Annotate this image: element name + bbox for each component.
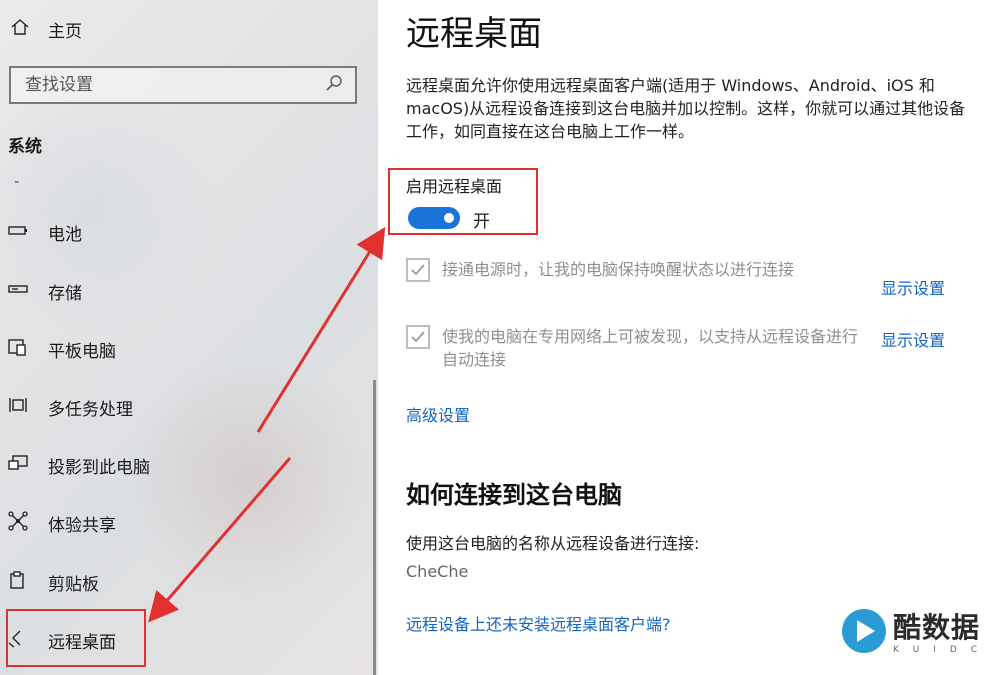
shared-experiences-icon xyxy=(8,510,28,536)
enable-remote-desktop-toggle[interactable] xyxy=(408,207,460,229)
client-not-installed-link[interactable]: 远程设备上还未安装远程桌面客户端? xyxy=(406,611,671,635)
multitasking-icon xyxy=(8,395,28,420)
sidebar-item-clipboard[interactable]: 剪贴板 xyxy=(8,567,99,597)
storage-icon xyxy=(8,279,28,304)
background-blur xyxy=(120,360,378,600)
page-title: 远程桌面 xyxy=(406,14,542,54)
keep-awake-option: 接通电源时，让我的电脑保持唤醒状态以进行连接 xyxy=(406,258,872,282)
search-input[interactable] xyxy=(25,75,305,95)
toggle-knob xyxy=(444,213,454,223)
sidebar-item-label: 存储 xyxy=(48,283,82,304)
show-network-settings-link[interactable]: 显示设置 xyxy=(881,327,945,351)
sidebar-item-label: 体验共享 xyxy=(48,515,116,536)
discoverable-checkbox[interactable] xyxy=(406,325,430,349)
home-label: 主页 xyxy=(48,21,82,42)
page-description: 远程桌面允许你使用远程桌面客户端(适用于 Windows、Android、iOS… xyxy=(406,76,966,141)
sidebar-item-label: 投影到此电脑 xyxy=(48,457,150,478)
watermark-subtext: KUIDC xyxy=(893,645,992,655)
toggle-state-label: 开 xyxy=(473,212,490,232)
settings-sidebar: 主页 系统 - 电池 存储 平板电脑 多任务处理 投 xyxy=(0,0,378,675)
sidebar-item-shared-experiences[interactable]: 体验共享 xyxy=(8,508,116,538)
sidebar-item-projection[interactable]: 投影到此电脑 xyxy=(8,450,150,480)
search-icon[interactable] xyxy=(325,74,343,96)
sidebar-scrollbar[interactable] xyxy=(373,380,376,675)
sidebar-item-label: 电池 xyxy=(48,224,82,245)
watermark-text: 酷数据 xyxy=(893,611,981,644)
sidebar-item-label: 剪贴板 xyxy=(48,574,99,595)
divider-dash: - xyxy=(14,172,20,190)
annotation-highlight-box xyxy=(6,609,146,667)
connect-instruction: 使用这台电脑的名称从远程设备进行连接: xyxy=(406,534,700,553)
section-title: 系统 xyxy=(8,137,42,157)
projection-icon xyxy=(8,453,28,478)
sidebar-item-storage[interactable]: 存储 xyxy=(8,276,82,306)
how-to-connect-heading: 如何连接到这台电脑 xyxy=(406,481,622,509)
sidebar-item-tablet[interactable]: 平板电脑 xyxy=(8,334,116,364)
battery-icon xyxy=(8,220,28,245)
sidebar-item-label: 多任务处理 xyxy=(48,399,133,420)
checkmark-icon xyxy=(411,264,425,276)
sidebar-item-label: 平板电脑 xyxy=(48,341,116,362)
home-nav-item[interactable]: 主页 xyxy=(10,16,82,42)
pc-name: CheChe xyxy=(406,562,469,581)
watermark-logo-icon xyxy=(842,609,886,653)
enable-remote-desktop-label: 启用远程桌面 xyxy=(406,177,503,196)
sidebar-item-battery[interactable]: 电池 xyxy=(8,217,82,247)
checkmark-icon xyxy=(411,331,425,343)
discoverable-option: 使我的电脑在专用网络上可被发现，以支持从远程设备进行自动连接 xyxy=(406,325,872,371)
advanced-settings-link[interactable]: 高级设置 xyxy=(406,402,470,426)
discoverable-text: 使我的电脑在专用网络上可被发现，以支持从远程设备进行自动连接 xyxy=(442,327,859,369)
main-content: 远程桌面 远程桌面允许你使用远程桌面客户端(适用于 Windows、Androi… xyxy=(378,0,1007,675)
clipboard-icon xyxy=(8,570,28,595)
keep-awake-checkbox[interactable] xyxy=(406,258,430,282)
tablet-icon xyxy=(8,337,28,362)
home-icon xyxy=(10,17,30,42)
sidebar-item-multitasking[interactable]: 多任务处理 xyxy=(8,392,133,422)
show-power-settings-link[interactable]: 显示设置 xyxy=(881,275,945,299)
keep-awake-text: 接通电源时，让我的电脑保持唤醒状态以进行连接 xyxy=(442,260,795,279)
search-box[interactable] xyxy=(9,66,357,104)
